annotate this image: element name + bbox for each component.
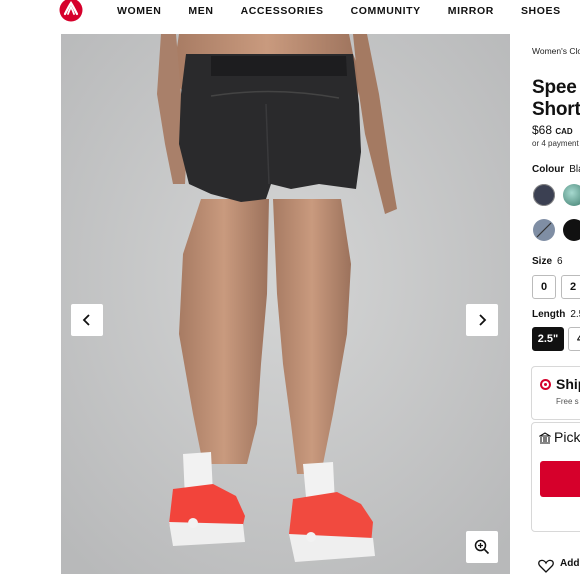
- ship-option-card[interactable]: Ship Free s: [531, 366, 580, 420]
- nav-community[interactable]: COMMUNITY: [351, 5, 421, 17]
- product-photo: [61, 34, 510, 574]
- main-nav: WOMEN MEN ACCESSORIES COMMUNITY MIRROR S…: [117, 5, 580, 17]
- colour-swatch[interactable]: [563, 184, 580, 206]
- add-label: Add: [560, 558, 580, 569]
- breadcrumb[interactable]: Women's Clot: [532, 46, 580, 56]
- product-title-line-1: Spee: [532, 77, 577, 98]
- colour-swatch[interactable]: [533, 184, 555, 206]
- product-image-gallery: [61, 34, 510, 574]
- zoom-in-icon: [474, 539, 490, 555]
- nav-mirror[interactable]: MIRROR: [448, 5, 494, 17]
- size-row: Size 6: [532, 256, 563, 267]
- add-to-bag-button[interactable]: [540, 461, 580, 497]
- store-icon: [539, 432, 551, 444]
- nav-women[interactable]: WOMEN: [117, 5, 161, 17]
- price: $68 CAD: [532, 123, 573, 137]
- pickup-label: Pick: [554, 429, 580, 445]
- pickup-option-card[interactable]: Pick: [531, 422, 580, 532]
- chevron-right-icon: [479, 314, 487, 326]
- colour-swatch[interactable]: [563, 219, 580, 241]
- zoom-button[interactable]: [466, 531, 498, 563]
- next-image-button[interactable]: [466, 304, 498, 336]
- size-option[interactable]: 2: [561, 275, 580, 299]
- site-header: WOMEN MEN ACCESSORIES COMMUNITY MIRROR S…: [0, 0, 580, 34]
- colour-row: Colour Bla: [532, 164, 580, 175]
- price-currency: CAD: [555, 127, 573, 136]
- size-label: Size: [532, 256, 553, 267]
- length-value: 2.5: [570, 309, 580, 320]
- length-row: Length 2.5: [532, 309, 580, 320]
- colour-swatch[interactable]: [533, 219, 555, 241]
- colour-label: Colour: [532, 164, 565, 175]
- product-details-panel: Women's Clot Spee Short $68 CAD or 4 pay…: [522, 34, 580, 580]
- ship-subtext: Free s: [556, 397, 579, 406]
- installments-text: or 4 payment: [532, 139, 579, 148]
- ship-label: Ship: [556, 376, 580, 392]
- chevron-left-icon: [82, 314, 90, 326]
- nav-accessories[interactable]: ACCESSORIES: [241, 5, 324, 17]
- price-amount: $68: [532, 123, 553, 137]
- product-title-line-2: Short: [532, 99, 580, 120]
- nav-men[interactable]: MEN: [188, 5, 213, 17]
- colour-value: Bla: [569, 164, 580, 175]
- size-value: 6: [557, 256, 563, 267]
- heart-icon: [538, 559, 554, 573]
- nav-shoes[interactable]: SHOES: [521, 5, 561, 17]
- ship-radio[interactable]: [540, 379, 551, 390]
- lululemon-logo[interactable]: [58, 0, 84, 22]
- length-option-selected[interactable]: 2.5": [532, 327, 564, 351]
- previous-image-button[interactable]: [71, 304, 103, 336]
- length-label: Length: [532, 309, 566, 320]
- size-option[interactable]: 0: [532, 275, 556, 299]
- length-option[interactable]: 4: [568, 327, 580, 351]
- unavailable-slash-icon: [536, 222, 552, 238]
